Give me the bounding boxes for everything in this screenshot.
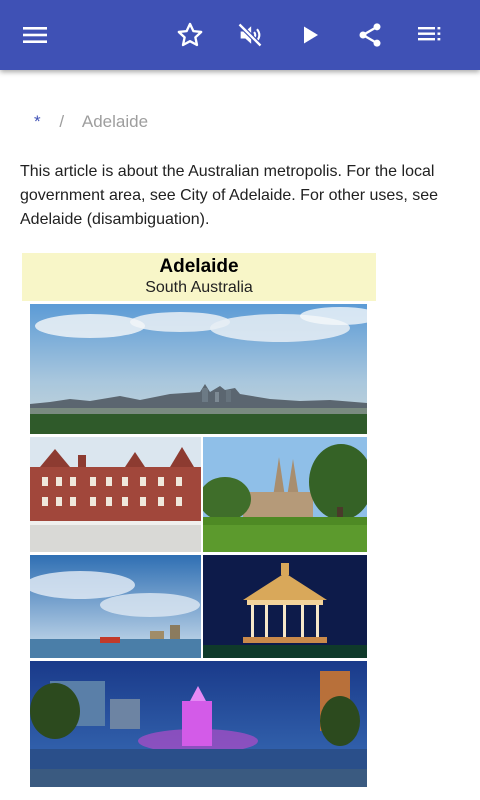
play-button[interactable]	[290, 15, 330, 55]
app-bar	[0, 0, 480, 70]
infobox-title: Adelaide	[159, 256, 239, 277]
university-building-photo[interactable]	[30, 437, 201, 552]
breadcrumb-separator: /	[59, 112, 65, 131]
breadcrumb-root-link[interactable]: *	[34, 112, 41, 131]
playlist-icon	[418, 27, 441, 41]
share-button[interactable]	[350, 15, 390, 55]
infobox: Adelaide South Australia	[22, 253, 376, 301]
infobox-header: Adelaide South Australia	[22, 253, 376, 301]
playlist-button[interactable]	[410, 15, 450, 55]
breadcrumb: * / Adelaide	[34, 112, 148, 132]
breadcrumb-current: Adelaide	[81, 112, 149, 131]
share-icon	[359, 23, 381, 47]
favorite-button[interactable]	[170, 15, 210, 55]
infobox-subtitle: South Australia	[145, 279, 253, 296]
skyline-photo[interactable]	[30, 304, 367, 434]
menu-icon	[23, 27, 47, 43]
harbour-photo[interactable]	[30, 555, 201, 658]
volume-off-icon	[237, 22, 263, 48]
fountain-photo[interactable]	[30, 661, 367, 787]
cathedral-photo[interactable]	[203, 437, 367, 552]
menu-button[interactable]	[15, 15, 55, 55]
play-icon	[304, 26, 318, 44]
mute-button[interactable]	[230, 15, 270, 55]
star-icon	[177, 22, 203, 47]
rotunda-photo[interactable]	[203, 555, 367, 658]
article-intro: This article is about the Australian met…	[20, 163, 439, 228]
